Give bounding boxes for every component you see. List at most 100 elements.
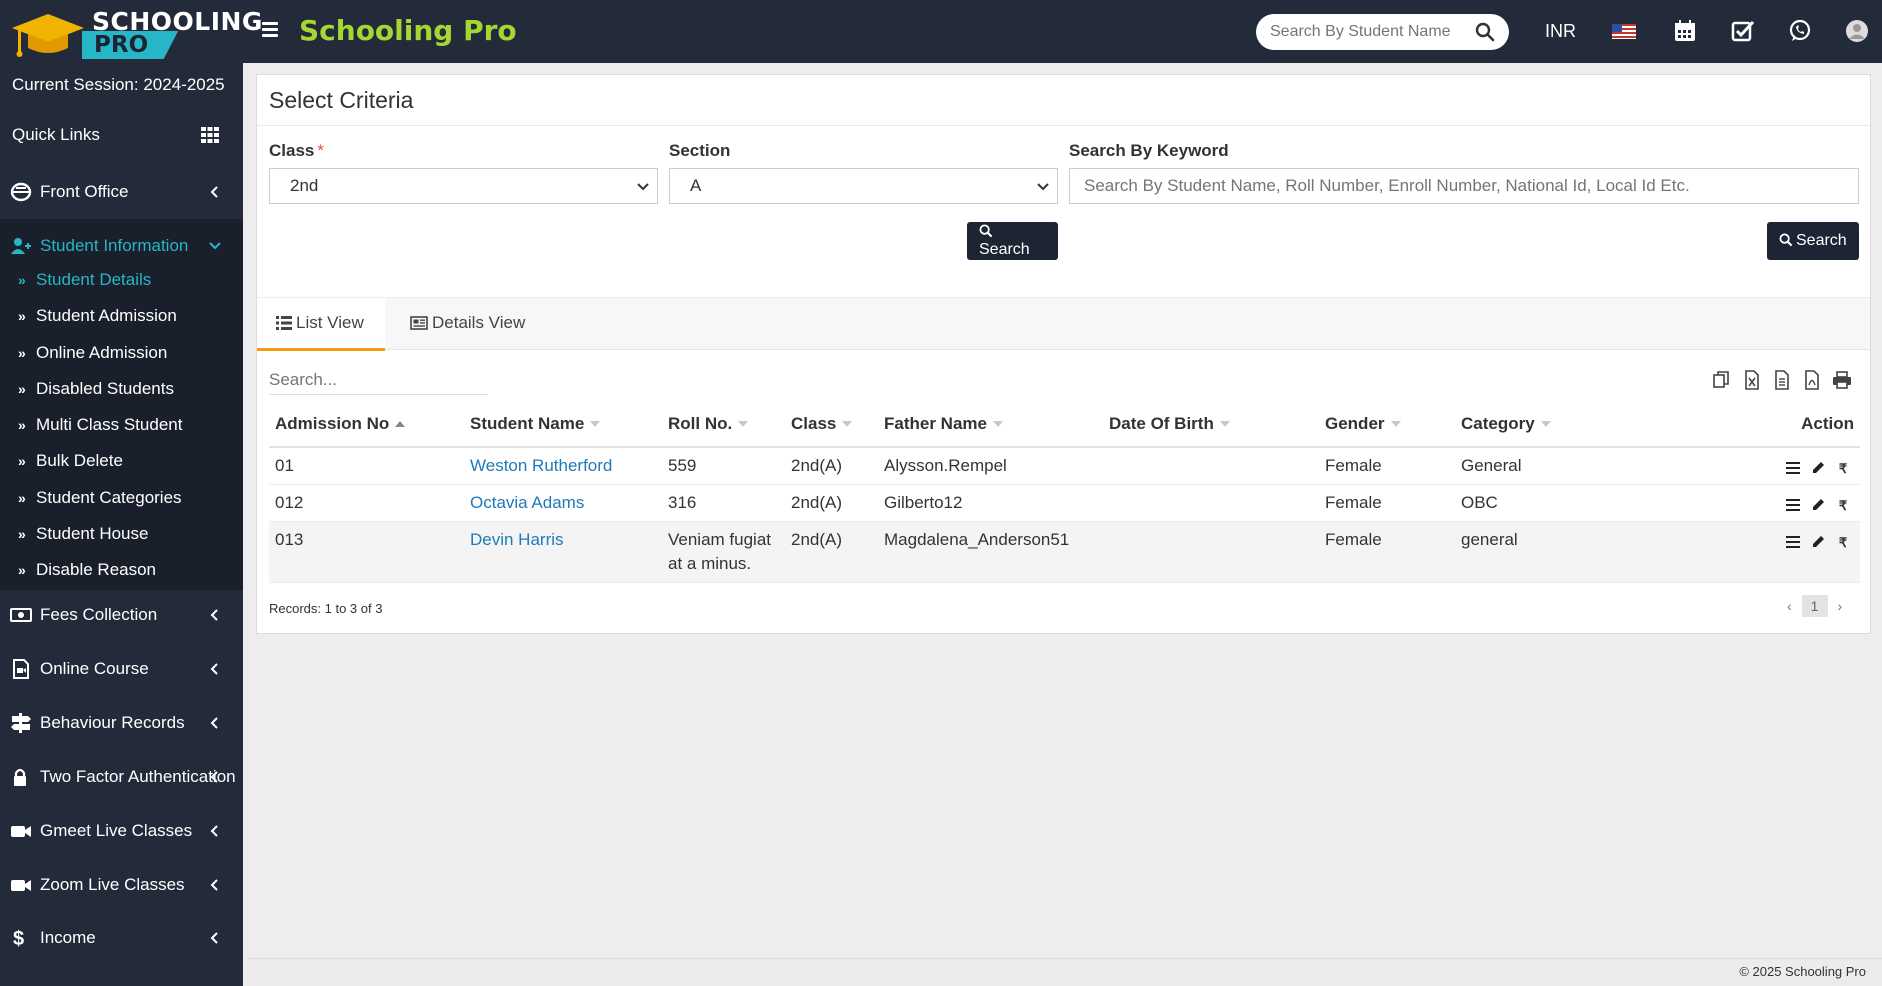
pencil-icon[interactable]	[1807, 457, 1829, 477]
submenu-label: Disabled Students	[36, 379, 174, 398]
pdf-icon[interactable]	[1802, 370, 1822, 390]
double-chevron-icon: »	[18, 453, 26, 469]
whatsapp-icon[interactable]	[1787, 18, 1813, 44]
search-by-keyword-button[interactable]: Search	[1767, 222, 1859, 260]
csv-file-icon[interactable]	[1772, 370, 1792, 390]
student-name-link[interactable]: Weston Rutherford	[470, 456, 612, 475]
chevron-down-icon	[637, 183, 649, 191]
student-name-cell: Weston Rutherford	[464, 447, 662, 485]
submenu-item-online-admission[interactable]: » Online Admission	[18, 343, 167, 363]
currency-selector[interactable]: INR	[1545, 21, 1576, 42]
class-select[interactable]: 2nd	[269, 168, 658, 204]
chevron-left-icon	[210, 825, 218, 837]
school-logo[interactable]: SCHOOLING PRO	[10, 4, 262, 60]
student-name-link[interactable]: Octavia Adams	[470, 493, 584, 512]
submenu-item-student-details[interactable]: » Student Details	[18, 270, 151, 290]
col-category[interactable]: Category	[1455, 402, 1595, 448]
sidebar-item-label: Zoom Live Classes	[40, 875, 185, 894]
task-check-icon[interactable]	[1730, 18, 1756, 44]
section-select[interactable]: A	[669, 168, 1058, 204]
table-row: 012 Octavia Adams 316 2nd(A) Gilberto12 …	[269, 484, 1860, 522]
chevron-left-icon	[210, 609, 218, 621]
logo-text-bottom: PRO	[82, 31, 179, 59]
page-number-button[interactable]: 1	[1801, 595, 1828, 617]
table-row: 013 Devin Harris Veniam fugiat at a minu…	[269, 521, 1860, 583]
sidebar-item-gmeet-live-classes[interactable]: Gmeet Live Classes	[0, 804, 243, 858]
submenu-item-student-categories[interactable]: » Student Categories	[18, 488, 182, 508]
submenu-item-student-admission[interactable]: » Student Admission	[18, 306, 177, 326]
rupee-icon[interactable]: ₹	[1832, 494, 1854, 514]
file-video-icon	[13, 659, 29, 679]
rupee-icon[interactable]: ₹	[1832, 457, 1854, 477]
sidebar-item-online-course[interactable]: Online Course	[0, 642, 243, 696]
menu-toggle-icon[interactable]	[262, 22, 278, 38]
keyword-label: Search By Keyword	[1069, 141, 1229, 160]
sidebar: Current Session: 2024-2025 Quick Links F…	[0, 63, 243, 986]
col-date-of-birth[interactable]: Date Of Birth	[1103, 402, 1319, 448]
double-chevron-icon: »	[18, 490, 26, 506]
submenu-item-bulk-delete[interactable]: » Bulk Delete	[18, 451, 123, 471]
search-by-class-button[interactable]: Search	[967, 222, 1058, 260]
sidebar-item-zoom-live-classes[interactable]: Zoom Live Classes	[0, 858, 243, 912]
col-gender[interactable]: Gender	[1319, 402, 1455, 448]
sidebar-item-label: Gmeet Live Classes	[40, 821, 193, 840]
sidebar-item-behaviour-records[interactable]: Behaviour Records	[0, 696, 243, 750]
menu-lines-icon[interactable]	[1782, 494, 1804, 514]
print-icon[interactable]	[1832, 370, 1852, 390]
newspaper-icon	[410, 316, 428, 330]
pencil-icon[interactable]	[1807, 531, 1829, 551]
menu-lines-icon[interactable]	[1782, 531, 1804, 551]
tab-details-view[interactable]: Details View	[410, 298, 540, 351]
footer: © 2025 Schooling Pro	[248, 958, 1882, 986]
search-icon[interactable]	[1475, 22, 1495, 42]
records-count: Records: 1 to 3 of 3	[269, 601, 383, 616]
admission-no-cell: 012	[269, 484, 464, 522]
submenu-item-multi-class-student[interactable]: » Multi Class Student	[18, 415, 182, 435]
quick-links[interactable]: Quick Links	[0, 115, 243, 165]
us-flag-icon[interactable]	[1611, 18, 1637, 44]
prev-page-button[interactable]: ‹	[1787, 598, 1792, 614]
sidebar-item-fees-collection[interactable]: Fees Collection	[0, 588, 243, 642]
keyword-search-input[interactable]	[1069, 168, 1859, 204]
calendar-icon[interactable]	[1672, 18, 1698, 44]
submenu-label: Student House	[36, 524, 149, 543]
table-row: 01 Weston Rutherford 559 2nd(A) Alysson.…	[269, 447, 1860, 485]
class-label: Class *	[269, 141, 324, 160]
student-name-link[interactable]: Devin Harris	[470, 530, 564, 549]
search-icon	[1779, 233, 1793, 247]
sidebar-item-two-factor-authentication[interactable]: Two Factor Authentication	[0, 750, 243, 804]
table-search-input[interactable]	[269, 365, 488, 395]
admission-no-cell: 013	[269, 521, 464, 583]
dob-cell	[1103, 484, 1319, 522]
user-plus-icon	[11, 238, 31, 254]
category-cell: General	[1455, 447, 1595, 485]
col-father-name[interactable]: Father Name	[878, 402, 1103, 448]
submenu-item-disable-reason[interactable]: » Disable Reason	[18, 560, 156, 580]
admission-no-cell: 01	[269, 447, 464, 485]
copy-icon[interactable]	[1712, 370, 1732, 390]
col-roll-no[interactable]: Roll No.	[662, 402, 785, 448]
col-admission-no[interactable]: Admission No	[269, 402, 464, 448]
menu-lines-icon[interactable]	[1782, 457, 1804, 477]
user-avatar-icon[interactable]	[1844, 18, 1870, 44]
col-class[interactable]: Class	[785, 402, 878, 448]
tab-list-view[interactable]: List View	[257, 298, 385, 351]
excel-icon[interactable]	[1742, 370, 1762, 390]
table-header-row: Admission No Student Name Roll No. Class…	[269, 402, 1860, 448]
quick-links-label: Quick Links	[12, 125, 100, 144]
next-page-button[interactable]: ›	[1837, 598, 1842, 614]
submenu-item-disabled-students[interactable]: » Disabled Students	[18, 379, 174, 399]
sidebar-item-income[interactable]: $ Income	[0, 911, 243, 965]
pencil-icon[interactable]	[1807, 494, 1829, 514]
submenu-item-student-house[interactable]: » Student House	[18, 524, 148, 544]
gender-cell: Female	[1319, 521, 1455, 583]
svg-text:$: $	[13, 928, 24, 948]
rupee-icon[interactable]: ₹	[1832, 531, 1854, 551]
action-cell: ₹	[1595, 484, 1860, 522]
sidebar-item-label: Front Office	[40, 182, 129, 201]
sidebar-item-front-office[interactable]: Front Office	[0, 165, 243, 219]
student-search-input[interactable]	[1270, 22, 1466, 42]
chevron-left-icon	[210, 186, 218, 198]
col-student-name[interactable]: Student Name	[464, 402, 662, 448]
export-toolbar	[1712, 367, 1860, 393]
